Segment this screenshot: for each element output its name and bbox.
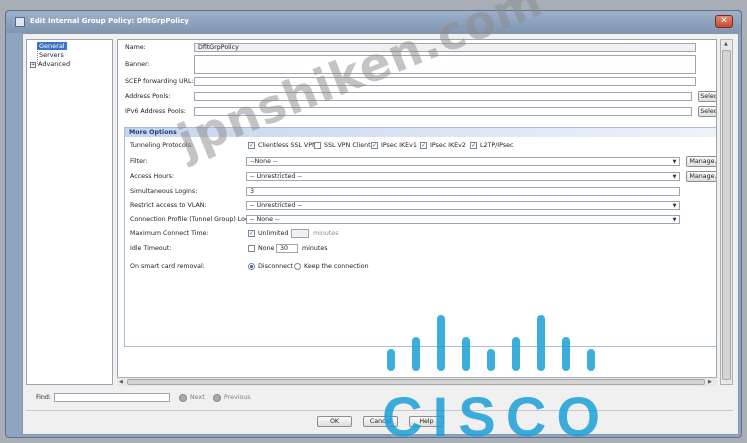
chevron-down-icon[interactable]: ▼ [671,217,678,223]
scep-url-label: SCEP forwarding URL: [125,78,194,85]
connection-profile-label: Connection Profile (Tunnel Group) Lock: [130,216,255,223]
next-icon[interactable] [179,394,187,402]
idle-timeout-minutes-label: minutes [302,245,328,252]
ipv6-pools-select-button[interactable]: Select... [698,106,716,117]
connection-profile-value: -- None -- [250,216,280,223]
window-title: Edit Internal Group Policy: DfltGrpPolic… [30,17,189,25]
smart-card-label: On smart card removal: [130,263,205,270]
ssl-vpn-client-label: SSL VPN Client [324,142,371,149]
keep-connection-label: Keep the connection [304,263,369,270]
banner-label: Banner: [125,61,150,68]
simultaneous-logins-label: Simultaneous Logins: [130,188,198,195]
find-input[interactable] [54,393,170,402]
vertical-scrollbar[interactable]: ▲ [720,39,733,385]
name-label: Name: [125,44,146,51]
tree-item-advanced[interactable]: + Advanced [30,60,70,68]
vlan-label: Restrict access to VLAN: [130,202,207,209]
filter-manage-button[interactable]: Manage... [686,156,716,167]
access-hours-value: -- Unrestricted -- [250,173,302,180]
filter-label: Filter: [130,158,148,165]
max-connect-unlimited-label: Unlimited [258,230,289,237]
tree-item-advanced-label: Advanced [38,60,71,68]
max-connect-minutes-field[interactable] [291,229,309,238]
access-hours-dropdown[interactable]: -- Unrestricted -- ▼ [246,172,680,181]
tree-item-servers[interactable]: Servers [39,51,64,59]
scroll-up-icon[interactable]: ▲ [724,41,728,47]
chevron-down-icon[interactable]: ▼ [671,174,678,180]
scroll-left-icon[interactable]: ◀ [119,379,123,385]
idle-timeout-label: Idle Timeout: [130,245,172,252]
disconnect-radio[interactable] [248,263,255,270]
ipsec-ikev2-label: IPsec IKEv2 [430,142,466,149]
clientless-ssl-label: Clientless SSL VPN [258,142,317,149]
ipsec-ikev1-checkbox[interactable]: ✓ [371,142,378,149]
filter-value: --None -- [250,158,278,165]
title-bar[interactable]: Edit Internal Group Policy: DfltGrpPolic… [6,11,741,33]
max-connect-label: Maximum Connect Time: [130,230,209,237]
filter-dropdown[interactable]: --None -- ▼ [246,157,680,166]
tree-item-general[interactable]: General [37,42,67,50]
expand-icon[interactable]: + [30,62,36,68]
keep-connection-radio[interactable] [294,263,301,270]
l2tp-ipsec-label: L2TP/IPsec [480,142,514,149]
max-connect-minutes-label: minutes [313,230,339,237]
access-hours-manage-button[interactable]: Manage... [686,171,716,182]
close-button[interactable]: ✕ [715,15,733,28]
vlan-dropdown[interactable]: -- Unrestricted -- ▼ [246,201,680,210]
address-pools-label: Address Pools: [125,93,171,100]
max-connect-unlimited-checkbox[interactable]: ✓ [248,230,255,237]
ipsec-ikev1-label: IPsec IKEv1 [381,142,417,149]
chevron-down-icon[interactable]: ▼ [671,203,678,209]
ipsec-ikev2-checkbox[interactable]: ✓ [420,142,427,149]
access-hours-label: Access Hours: [130,173,175,180]
ok-button[interactable]: OK [317,416,352,427]
cisco-wordmark: CISCO [382,385,606,441]
disconnect-label: Disconnect [258,263,293,270]
next-button[interactable]: Next [190,394,205,401]
address-pools-select-button[interactable]: Select... [698,91,716,102]
chevron-down-icon[interactable]: ▼ [671,159,678,165]
vlan-value: -- Unrestricted -- [250,202,302,209]
window-icon [15,17,25,27]
previous-button[interactable]: Previous [224,394,251,401]
ssl-vpn-client-checkbox[interactable] [314,142,321,149]
idle-timeout-none-checkbox[interactable] [248,245,255,252]
connection-profile-dropdown[interactable]: -- None -- ▼ [246,215,680,224]
cisco-logo: CISCO [382,315,606,441]
idle-timeout-none-label: None [258,245,275,252]
more-options-title: More Options [129,129,177,136]
navigation-tree: General Servers + Advanced [26,39,113,385]
idle-timeout-field[interactable]: 30 [276,244,298,253]
scroll-right-icon[interactable]: ▶ [708,379,712,385]
find-label: Find: [36,394,52,401]
l2tp-ipsec-checkbox[interactable]: ✓ [470,142,477,149]
previous-icon[interactable] [213,394,221,402]
vertical-scroll-thumb[interactable] [722,50,731,380]
simultaneous-logins-field[interactable]: 3 [246,187,680,196]
